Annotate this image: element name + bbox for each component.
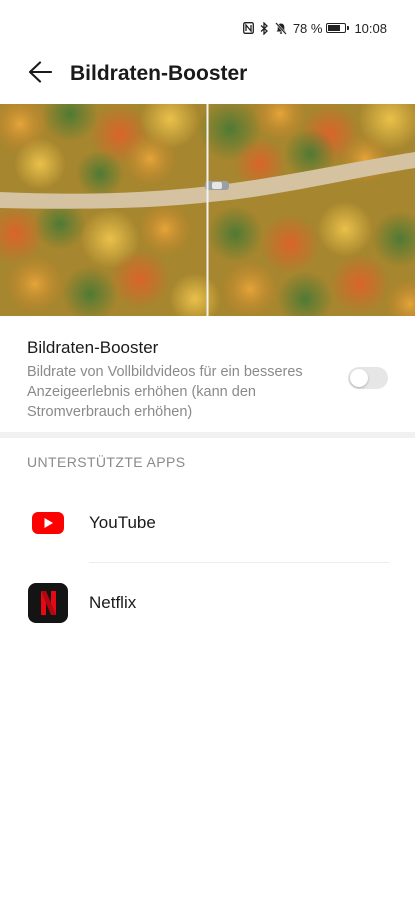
netflix-icon — [28, 583, 68, 623]
youtube-icon — [28, 503, 68, 543]
toggle-knob — [350, 369, 368, 387]
app-item-netflix[interactable]: Netflix — [0, 571, 415, 635]
setting-description: Bildrate von Vollbildvideos für ein bess… — [27, 364, 303, 420]
app-bar: Bildraten-Booster — [0, 52, 415, 96]
frame-rate-booster-toggle[interactable] — [348, 367, 388, 389]
status-bar: 78 % 10:08 — [0, 0, 415, 56]
mute-icon — [274, 21, 287, 35]
page-title: Bildraten-Booster — [70, 62, 248, 85]
section-divider — [0, 432, 415, 438]
arrow-left-icon — [28, 60, 53, 88]
bluetooth-icon — [260, 21, 269, 35]
supported-apps-header: UNTERSTÜTZTE APPS — [27, 454, 186, 470]
setting-title: Bildraten-Booster — [27, 338, 159, 357]
app-name: YouTube — [89, 513, 156, 532]
frame-rate-booster-setting: Bildraten-Booster Bildrate von Vollbildv… — [0, 336, 415, 426]
app-name: Netflix — [89, 593, 137, 612]
battery-level-fill — [328, 25, 341, 31]
list-divider — [89, 562, 389, 563]
battery-percent: 78 % — [292, 20, 323, 36]
app-item-youtube[interactable]: YouTube — [0, 491, 415, 555]
clock: 10:08 — [354, 20, 387, 36]
nfc-icon — [242, 22, 254, 34]
battery-icon — [326, 23, 350, 33]
hero-image — [0, 104, 415, 316]
aerial-forest-image — [0, 104, 415, 316]
back-button[interactable] — [20, 54, 60, 94]
